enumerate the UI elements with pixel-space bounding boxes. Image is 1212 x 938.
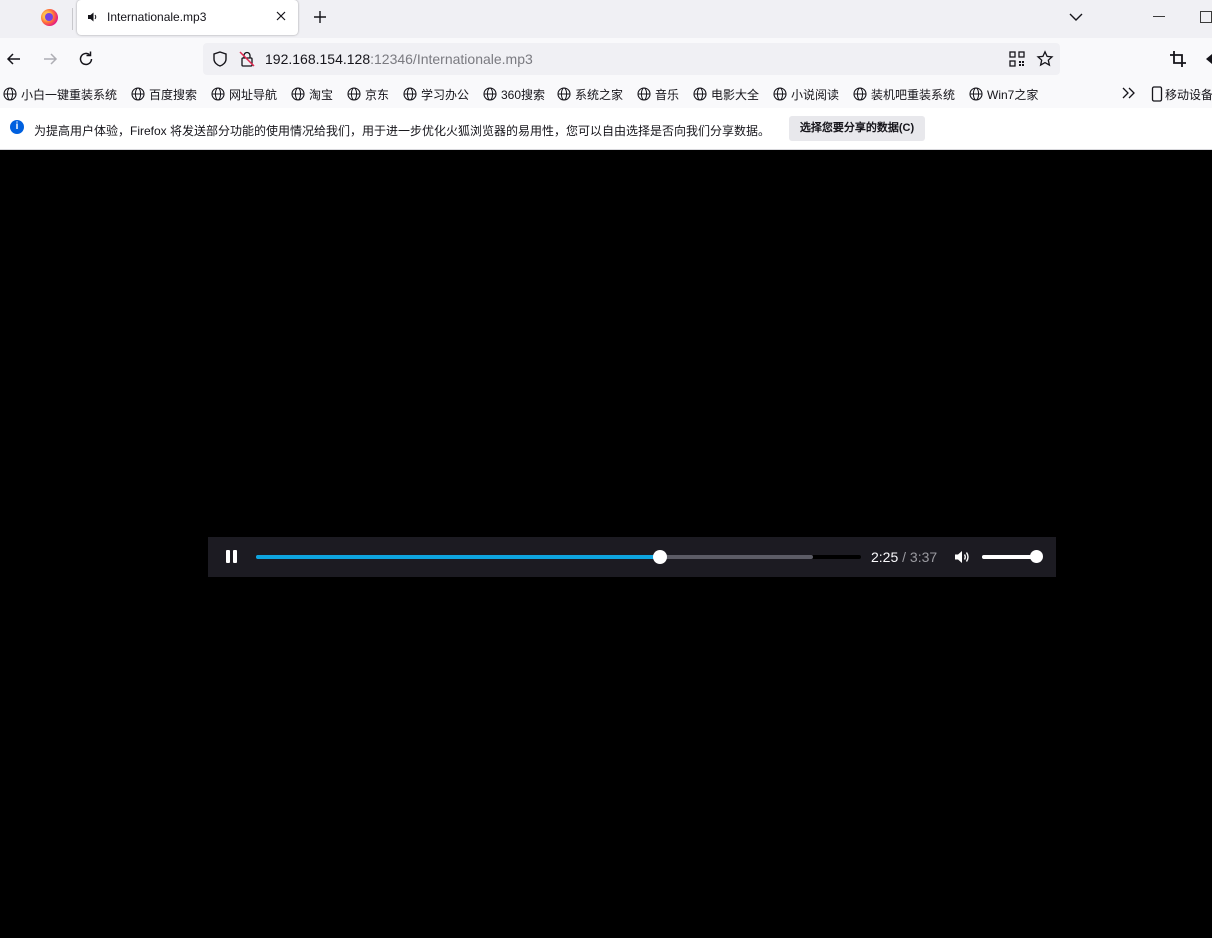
bookmark-item[interactable]: 电影大全 [693,84,759,104]
bookmark-label: 京东 [365,87,390,102]
current-time: 2:25 [871,549,899,565]
globe-icon [853,87,867,101]
bookmark-label: 音乐 [655,87,680,102]
globe-icon [291,87,305,101]
firefox-logo-icon[interactable] [41,9,58,26]
info-icon: i [10,120,24,134]
bookmark-label: 小说阅读 [791,87,840,102]
pause-icon [226,550,230,563]
bookmark-item[interactable]: 360搜索 [483,84,545,104]
bookmark-item[interactable]: Win7之家 [969,84,1038,104]
globe-icon [969,87,983,101]
bookmark-label: 电影大全 [711,87,760,102]
globe-icon [483,87,497,101]
bookmark-item[interactable]: 淘宝 [291,84,333,104]
chevron-down-icon[interactable] [1068,10,1084,24]
bookmarks-toolbar: 小白一键重装系统 百度搜索 网址导航 淘宝 京东 学习办公 360搜索 系统之家 音乐 电影大全 小… [0,80,1212,108]
tab-internationale[interactable]: Internationale.mp3 [77,0,298,35]
bookmark-label: 小白一键重装系统 [21,87,118,102]
reload-icon[interactable] [77,50,95,68]
globe-icon [3,87,17,101]
volume-icon[interactable] [953,548,971,566]
progress-slider[interactable] [256,550,861,564]
maximize-button[interactable] [1200,11,1212,23]
globe-icon [403,87,417,101]
bookmark-item[interactable]: 小白一键重装系统 [3,84,117,104]
back-arrow-icon[interactable] [5,50,23,68]
bookmark-label: 淘宝 [309,87,334,102]
telemetry-notification-bar: i 为提高用户体验，Firefox 将发送部分功能的使用情况给我们，用于进一步优… [0,108,1212,150]
tab-strip: Internationale.mp3 [0,0,1212,38]
choose-data-share-button[interactable]: 选择您要分享的数据(C) [789,116,925,141]
globe-icon [557,87,571,101]
forward-arrow-icon[interactable] [41,50,59,68]
notification-message: 为提高用户体验，Firefox 将发送部分功能的使用情况给我们，用于进一步优化火… [34,124,771,138]
bookmark-item[interactable]: 音乐 [637,84,679,104]
bookmark-label: 百度搜索 [149,87,198,102]
duration: 3:37 [909,549,938,565]
mobile-device-icon [1151,86,1163,102]
bookmarks-overflow-chevron-icon[interactable] [1121,86,1137,100]
bookmark-star-icon[interactable] [1036,50,1054,68]
globe-icon [211,87,225,101]
qr-code-icon[interactable] [1008,50,1026,68]
progress-thumb[interactable] [653,550,668,564]
tab-divider [72,8,73,30]
globe-icon [347,87,361,101]
mobile-bookmarks-label: 移动设备 [1165,87,1212,102]
screenshot-crop-icon[interactable] [1169,50,1187,68]
audio-controls-bar: 2:25 / 3:37 [208,537,1056,577]
minimize-button[interactable] [1153,16,1165,17]
bookmark-label: 网址导航 [229,87,278,102]
close-icon[interactable] [274,9,288,23]
bookmark-label: 装机吧重装系统 [871,87,956,102]
browser-chrome: Internationale.mp3 192.168.154.128:12346… [0,0,1212,150]
bookmark-item[interactable]: 百度搜索 [131,84,197,104]
pause-button[interactable] [224,549,238,565]
volume-level [982,555,1036,559]
globe-icon [773,87,787,101]
bookmark-item[interactable]: 系统之家 [557,84,623,104]
bookmark-label: 系统之家 [575,87,624,102]
extensions-icon[interactable] [1204,50,1212,68]
bookmark-label: 学习办公 [421,87,470,102]
volume-slider[interactable] [982,550,1043,563]
mobile-bookmarks-folder[interactable]: 移动设备 [1151,84,1212,104]
url-bar[interactable]: 192.168.154.128:12346/Internationale.mp3 [203,43,1060,75]
time-display: 2:25 / 3:37 [871,549,937,565]
new-tab-icon[interactable] [312,9,328,25]
url-host: 192.168.154.128 [265,51,371,67]
bookmark-item[interactable]: 网址导航 [211,84,277,104]
volume-thumb[interactable] [1030,550,1043,563]
time-separator: / [898,549,910,565]
globe-icon [637,87,651,101]
speaker-icon[interactable] [87,11,99,23]
shield-icon[interactable] [211,50,229,68]
url-path: :12346/Internationale.mp3 [370,51,533,67]
insecure-lock-icon[interactable] [238,50,256,68]
url-text[interactable]: 192.168.154.128:12346/Internationale.mp3 [265,51,533,67]
navigation-bar: 192.168.154.128:12346/Internationale.mp3 [0,38,1212,80]
tab-title: Internationale.mp3 [107,10,207,24]
bookmark-item[interactable]: 京东 [347,84,389,104]
globe-icon [693,87,707,101]
bookmark-item[interactable]: 学习办公 [403,84,469,104]
bookmark-label: Win7之家 [987,87,1039,102]
bookmark-item[interactable]: 装机吧重装系统 [853,84,955,104]
bookmark-item[interactable]: 小说阅读 [773,84,839,104]
played-range [256,555,661,559]
bookmark-label: 360搜索 [501,87,546,102]
globe-icon [131,87,145,101]
